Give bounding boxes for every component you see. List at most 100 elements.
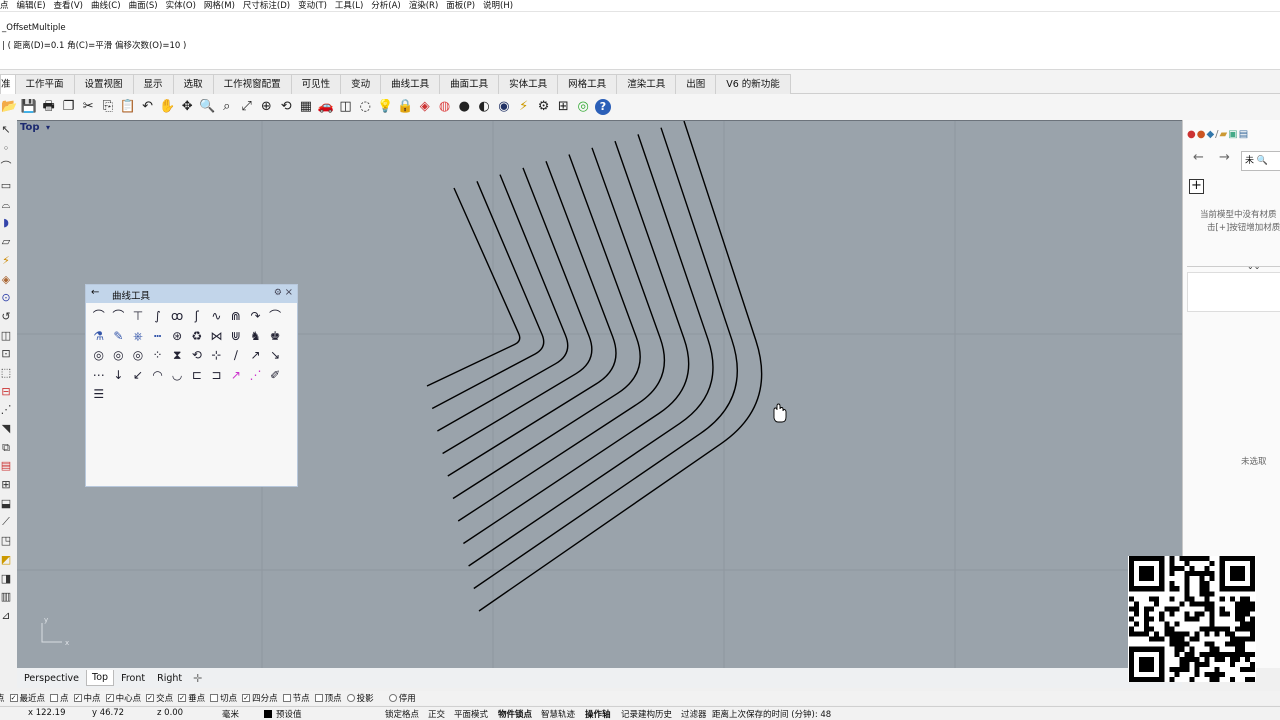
curve-icon[interactable]: ⌒ [0, 159, 12, 175]
menu-item[interactable]: 变动(T) [294, 0, 331, 11]
curve-tool-icon[interactable]: ✎ [109, 327, 129, 347]
material-sphere-icon[interactable]: ◉ [496, 99, 512, 115]
open-icon[interactable]: 📂 [1, 99, 17, 115]
toolbar-tab[interactable]: V6 的新功能 [715, 74, 791, 94]
offset-curve[interactable] [452, 154, 641, 500]
osnap-checkbox[interactable]: ✓ [242, 694, 251, 702]
offset-curve[interactable] [426, 187, 521, 387]
offset-curve[interactable] [473, 127, 739, 590]
grid-icon[interactable]: ⊞ [0, 477, 12, 493]
bolt-icon[interactable]: ⚡ [516, 99, 532, 115]
boolean-icon[interactable]: ⬓ [0, 496, 12, 512]
layer-color-swatch[interactable] [264, 710, 272, 718]
offset-curve[interactable] [468, 134, 714, 567]
toolbar-tab[interactable]: 工作平面 [14, 74, 75, 94]
osnap-checkbox[interactable] [314, 694, 323, 702]
osnap-checkbox[interactable]: ✓ [178, 694, 187, 702]
dimension-icon[interactable]: ▥ [0, 589, 12, 605]
panel-gear-icon[interactable]: ⚙ [274, 288, 282, 298]
osnap-item[interactable]: 点 [50, 692, 69, 704]
pan-icon[interactable]: ✋ [159, 99, 175, 115]
text-icon[interactable]: ⊿ [0, 608, 12, 624]
panel-icon[interactable]: ⊟ [0, 384, 12, 400]
earth-icon[interactable]: ◎ [575, 99, 591, 115]
color-wheel-icon[interactable]: ◍ [437, 99, 453, 115]
toolbar-tab[interactable]: 曲面工具 [439, 74, 500, 94]
select-icon[interactable]: ↖ [0, 122, 12, 138]
viewport-tab[interactable]: Front [116, 671, 150, 686]
offset-curve[interactable] [431, 181, 545, 410]
osnap-item[interactable]: ✓ 垂点 [178, 692, 205, 704]
curve-tool-icon[interactable]: ⋯ [89, 366, 109, 386]
viewport-menu-arrow-icon[interactable]: ▾ [46, 123, 50, 132]
bolt-icon[interactable]: ⚡ [0, 253, 12, 269]
history-toggle[interactable]: 记录建构历史 [621, 708, 672, 720]
network-icon[interactable]: ⊞ [555, 99, 571, 115]
toolbar-tab[interactable]: 网格工具 [557, 74, 618, 94]
menu-item[interactable]: 编辑(E) [13, 0, 50, 11]
curve-tool-icon[interactable]: ↘ [265, 346, 285, 366]
offset-curve[interactable] [463, 140, 690, 545]
layers-icon[interactable]: ▤ [0, 458, 12, 474]
menu-item[interactable]: 分析(A) [367, 0, 404, 11]
circle-icon[interactable]: ◗ [0, 215, 12, 231]
curve-tool-icon[interactable]: ↗ [226, 366, 246, 386]
rotate-icon[interactable]: ↺ [0, 309, 12, 325]
viewport-tab[interactable]: Top [86, 670, 115, 686]
menu-item[interactable]: 说明(H) [479, 0, 517, 11]
frame-icon[interactable]: ▣ [1228, 129, 1238, 140]
smarttrack-toggle[interactable]: 智慧轨迹 [541, 708, 575, 720]
toolbar-tab[interactable]: 渲染工具 [616, 74, 677, 94]
osnap-item[interactable]: ✓ 交点 [146, 692, 173, 704]
material-search-input[interactable]: 未 🔍 [1241, 151, 1280, 171]
osnap-radio[interactable] [346, 694, 355, 702]
curve-tool-icon[interactable]: ♞ [246, 327, 266, 347]
curve-tool-icon[interactable]: ♚ [265, 327, 285, 347]
polygon-icon[interactable]: ▱ [0, 234, 12, 250]
osnap-item[interactable]: ✓ 最近点 [9, 692, 45, 704]
curve-tool-icon[interactable]: ◡ [167, 366, 187, 386]
add-material-button[interactable]: + [1189, 179, 1204, 194]
point-icon[interactable]: ◦ [0, 141, 12, 157]
menu-item[interactable]: 面板(P) [442, 0, 479, 11]
curve-tool-icon[interactable]: ↓ [109, 366, 129, 386]
curve-tool-icon[interactable]: ⊤ [128, 307, 148, 327]
offset-curve[interactable] [447, 160, 617, 477]
curve-tool-icon[interactable]: ∫ [148, 307, 168, 327]
osnap-item[interactable]: 节点 [282, 692, 310, 704]
zoom-window-icon[interactable]: ⌕ [219, 99, 235, 115]
curve-tool-icon[interactable]: ⋒ [226, 307, 246, 327]
nav-back-icon[interactable]: ← [1193, 150, 1204, 165]
search-icon[interactable]: 🔍 [1257, 156, 1268, 166]
osnap-item[interactable]: 顶点 [314, 692, 342, 704]
box-icon[interactable]: ◫ [0, 328, 12, 344]
osnap-item[interactable]: ✓ 四分点 [242, 692, 278, 704]
grid-icon[interactable]: ▦ [298, 99, 314, 115]
zoom-selected-icon[interactable]: ⊕ [258, 99, 274, 115]
menu-item[interactable]: 工具(L) [331, 0, 367, 11]
curve-tool-icon[interactable]: ◎ [89, 346, 109, 366]
osnap-checkbox[interactable] [282, 694, 291, 702]
mesh-icon[interactable]: ⊡ [0, 346, 12, 362]
panel-header[interactable]: ← 曲线工具 ⚙ × [86, 285, 297, 303]
offset-curve[interactable] [478, 121, 763, 612]
cut-icon[interactable]: ✂ [80, 99, 96, 115]
curve-tool-icon[interactable]: ⟲ [187, 346, 207, 366]
menu-item[interactable]: 点 [0, 0, 13, 11]
array-icon[interactable]: ⋰ [0, 402, 12, 418]
osnap-checkbox[interactable]: ✓ [73, 694, 82, 702]
curve-tool-icon[interactable]: ⋈ [207, 327, 227, 347]
toolbar-tab[interactable]: 显示 [132, 74, 174, 94]
rotate-view-icon[interactable]: ⟲ [278, 99, 294, 115]
menu-item[interactable]: 查看(V) [50, 0, 87, 11]
curve-tool-icon[interactable]: ◠ [148, 366, 168, 386]
osnap-toggle[interactable]: 物件锁点 [498, 708, 532, 720]
offset-curves[interactable] [426, 121, 763, 612]
cplane-icon[interactable]: ◫ [338, 99, 354, 115]
menu-item[interactable]: 实体(O) [162, 0, 200, 11]
save-icon[interactable]: 💾 [21, 99, 37, 115]
toolbar-tab[interactable]: 曲线工具 [380, 74, 441, 94]
osnap-radio[interactable] [388, 694, 397, 702]
curve-tool-icon[interactable]: ↷ [246, 307, 266, 327]
curve-tool-icon[interactable]: ⁘ [148, 346, 168, 366]
